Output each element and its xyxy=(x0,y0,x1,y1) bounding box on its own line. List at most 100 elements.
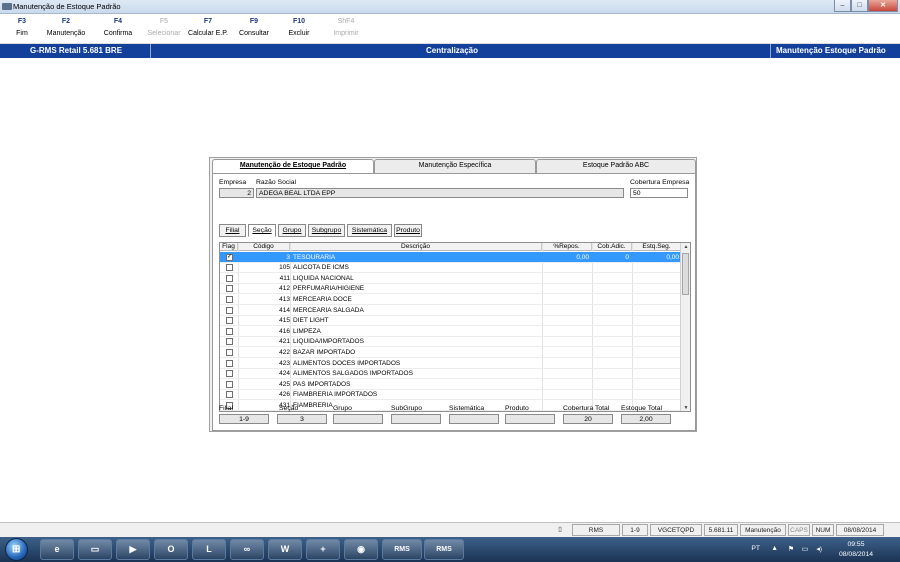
footer-estoque-total-field: 2,00 xyxy=(621,414,671,424)
volume-icon[interactable]: ◂) xyxy=(816,545,822,553)
toolbar-excluir-button[interactable]: F10 Excluir xyxy=(286,18,312,37)
minimize-button[interactable]: – xyxy=(834,0,851,12)
estq-cell[interactable]: 0,00 xyxy=(632,254,679,261)
column-header-flag[interactable]: Flag xyxy=(220,243,238,251)
flag-icon[interactable]: ⚑ xyxy=(788,545,794,553)
footer-subgrupo-field xyxy=(391,414,441,424)
toolbar-key-label: ShF4 xyxy=(337,18,355,25)
footer-filial-field: 1-9 xyxy=(219,414,269,424)
flag-checkbox[interactable] xyxy=(226,348,233,356)
clock-time[interactable]: 09:55 xyxy=(836,541,876,548)
table-row[interactable]: 415 DIET LIGHT xyxy=(220,316,682,327)
table-row[interactable]: 421 LIQUIDA/IMPORTADOS xyxy=(220,337,682,348)
rms-taskbar-button-1[interactable]: RMS xyxy=(382,539,422,560)
status-bar: ▯ RMS 1-9 VGCETQPD 5.681.11 Manutenção CAPS NU… xyxy=(0,522,900,537)
subtab-filial[interactable]: Filial xyxy=(219,224,246,237)
codigo-cell: 105 xyxy=(279,264,290,272)
scroll-up-icon[interactable]: ▲ xyxy=(681,243,690,252)
tab-estoque-padrao-abc[interactable]: Estoque Padrão ABC xyxy=(536,159,696,173)
network-app-icon[interactable]: ∞ xyxy=(230,539,264,560)
subtab-produto[interactable]: Produto xyxy=(394,224,422,237)
table-row[interactable]: 414 MERCEARIA SALGADA xyxy=(220,305,682,316)
scroll-thumb[interactable] xyxy=(682,253,689,295)
flag-checkbox[interactable]: ✓ xyxy=(226,253,233,261)
table-row[interactable]: 411 LIQUIDA NACIONAL xyxy=(220,273,682,284)
flag-checkbox[interactable] xyxy=(226,295,233,303)
table-row[interactable]: 422 BAZAR IMPORTADO xyxy=(220,347,682,358)
footer-label: Sistemática xyxy=(449,405,485,412)
flag-checkbox[interactable] xyxy=(226,274,233,282)
app-icon-2[interactable]: ◉ xyxy=(344,539,378,560)
codigo-cell: 411 xyxy=(279,274,290,282)
subtab-sistematica[interactable]: Sistemática xyxy=(347,224,392,237)
clipboard-icon: ▯ xyxy=(558,526,562,533)
descricao-cell: ALIMENTOS SALGADOS IMPORTADOS xyxy=(293,370,413,378)
clock-date[interactable]: 08/08/2014 xyxy=(832,551,880,558)
tray-arrow-icon[interactable]: ▲ xyxy=(771,545,778,552)
flag-checkbox[interactable] xyxy=(226,338,233,346)
toolbar-manuten-o-button[interactable]: F2 Manutenção xyxy=(42,18,90,37)
table-row[interactable]: 424 ALIMENTOS SALGADOS IMPORTADOS xyxy=(220,369,682,380)
status-cell: VGCETQPD xyxy=(650,524,702,536)
subtab-secao[interactable]: Seção xyxy=(248,224,276,237)
media-icon[interactable]: ▶ xyxy=(116,539,150,560)
descricao-cell: FIAMBRERIA xyxy=(293,401,333,409)
descricao-cell: LIQUIDA/IMPORTADOS xyxy=(293,338,364,346)
flag-checkbox[interactable] xyxy=(226,380,233,388)
grid-scrollbar[interactable]: ▲ ▼ xyxy=(680,243,690,411)
flag-checkbox[interactable] xyxy=(226,264,233,272)
screen-name: Manutenção Estoque Padrão xyxy=(776,46,886,55)
table-row[interactable]: 105 ALICOTA DE ICMS xyxy=(220,263,682,274)
table-row[interactable]: 426 FIAMBRERIA IMPORTADOS xyxy=(220,390,682,401)
start-button[interactable]: ⊞ xyxy=(5,538,28,561)
ie-icon[interactable]: e xyxy=(40,539,74,560)
table-row[interactable]: ✓ 3 TESOURARIA 0,00 0 0,00 xyxy=(220,252,682,263)
column-header-estq-seg[interactable]: Estq.Seg. xyxy=(632,243,682,251)
codigo-cell: 416 xyxy=(279,327,290,335)
column-header--repos[interactable]: %Repos. xyxy=(542,243,592,251)
flag-checkbox[interactable] xyxy=(226,317,233,325)
column-header-descri-o[interactable]: Descrição xyxy=(290,243,542,251)
tab-content: Empresa Razão Social Cobertura Empresa 2… xyxy=(212,173,696,431)
tab-manutencao-estoque-padrao[interactable]: Manutenção de Estoque Padrão xyxy=(212,159,374,174)
word-icon[interactable]: W xyxy=(268,539,302,560)
network-icon[interactable]: ▭ xyxy=(802,545,808,553)
table-row[interactable]: 423 ALIMENTOS DOCES IMPORTADOS xyxy=(220,358,682,369)
toolbar-confirma-button[interactable]: F4 Confirma xyxy=(101,18,135,37)
toolbar-fim-button[interactable]: F3 Fim xyxy=(11,18,33,37)
flag-checkbox[interactable] xyxy=(226,370,233,378)
table-row[interactable]: 412 PERFUMARIA/HIGIENE xyxy=(220,284,682,295)
flag-checkbox[interactable] xyxy=(226,391,233,399)
cobertura-empresa-input[interactable]: 50 xyxy=(630,188,688,198)
language-indicator[interactable]: PT xyxy=(751,545,760,552)
column-header-c-digo[interactable]: Código xyxy=(238,243,290,251)
flag-checkbox[interactable] xyxy=(226,359,233,367)
footer-secao-field: 3 xyxy=(277,414,327,424)
table-row[interactable]: 413 MERCEARIA DOCE xyxy=(220,294,682,305)
rms-taskbar-button-2[interactable]: RMS xyxy=(424,539,464,560)
repos-cell[interactable]: 0,00 xyxy=(542,254,589,261)
column-header-cob-adic[interactable]: Cob.Adic. xyxy=(592,243,632,251)
toolbar-action-label: Imprimir xyxy=(333,30,359,37)
folder-icon[interactable]: ▭ xyxy=(78,539,112,560)
lync-icon[interactable]: L xyxy=(192,539,226,560)
flag-checkbox[interactable] xyxy=(226,306,233,314)
cob-cell[interactable]: 0 xyxy=(592,254,629,261)
flag-checkbox[interactable] xyxy=(226,327,233,335)
maximize-button[interactable]: □ xyxy=(851,0,868,12)
subtab-grupo[interactable]: Grupo xyxy=(278,224,306,237)
tab-manutencao-especifica[interactable]: Manutenção Específica xyxy=(374,159,536,173)
toolbar-calcular-e-p--button[interactable]: F7 Calcular E.P. xyxy=(184,18,232,37)
subtab-subgrupo[interactable]: Subgrupo xyxy=(308,224,345,237)
scroll-down-icon[interactable]: ▼ xyxy=(681,404,690,411)
descricao-cell: PAS IMPORTADOS xyxy=(293,380,351,388)
close-button[interactable]: ✕ xyxy=(868,0,898,12)
table-row[interactable]: 425 PAS IMPORTADOS xyxy=(220,379,682,390)
toolbar-consultar-button[interactable]: F9 Consultar xyxy=(236,18,272,37)
flag-checkbox[interactable] xyxy=(226,285,233,293)
table-row[interactable]: 416 LIMPEZA xyxy=(220,326,682,337)
tool-app-icon[interactable]: + xyxy=(306,539,340,560)
footer-grupo-field xyxy=(333,414,383,424)
outlook-icon[interactable]: O xyxy=(154,539,188,560)
status-cell: 5.681.11 xyxy=(704,524,738,536)
